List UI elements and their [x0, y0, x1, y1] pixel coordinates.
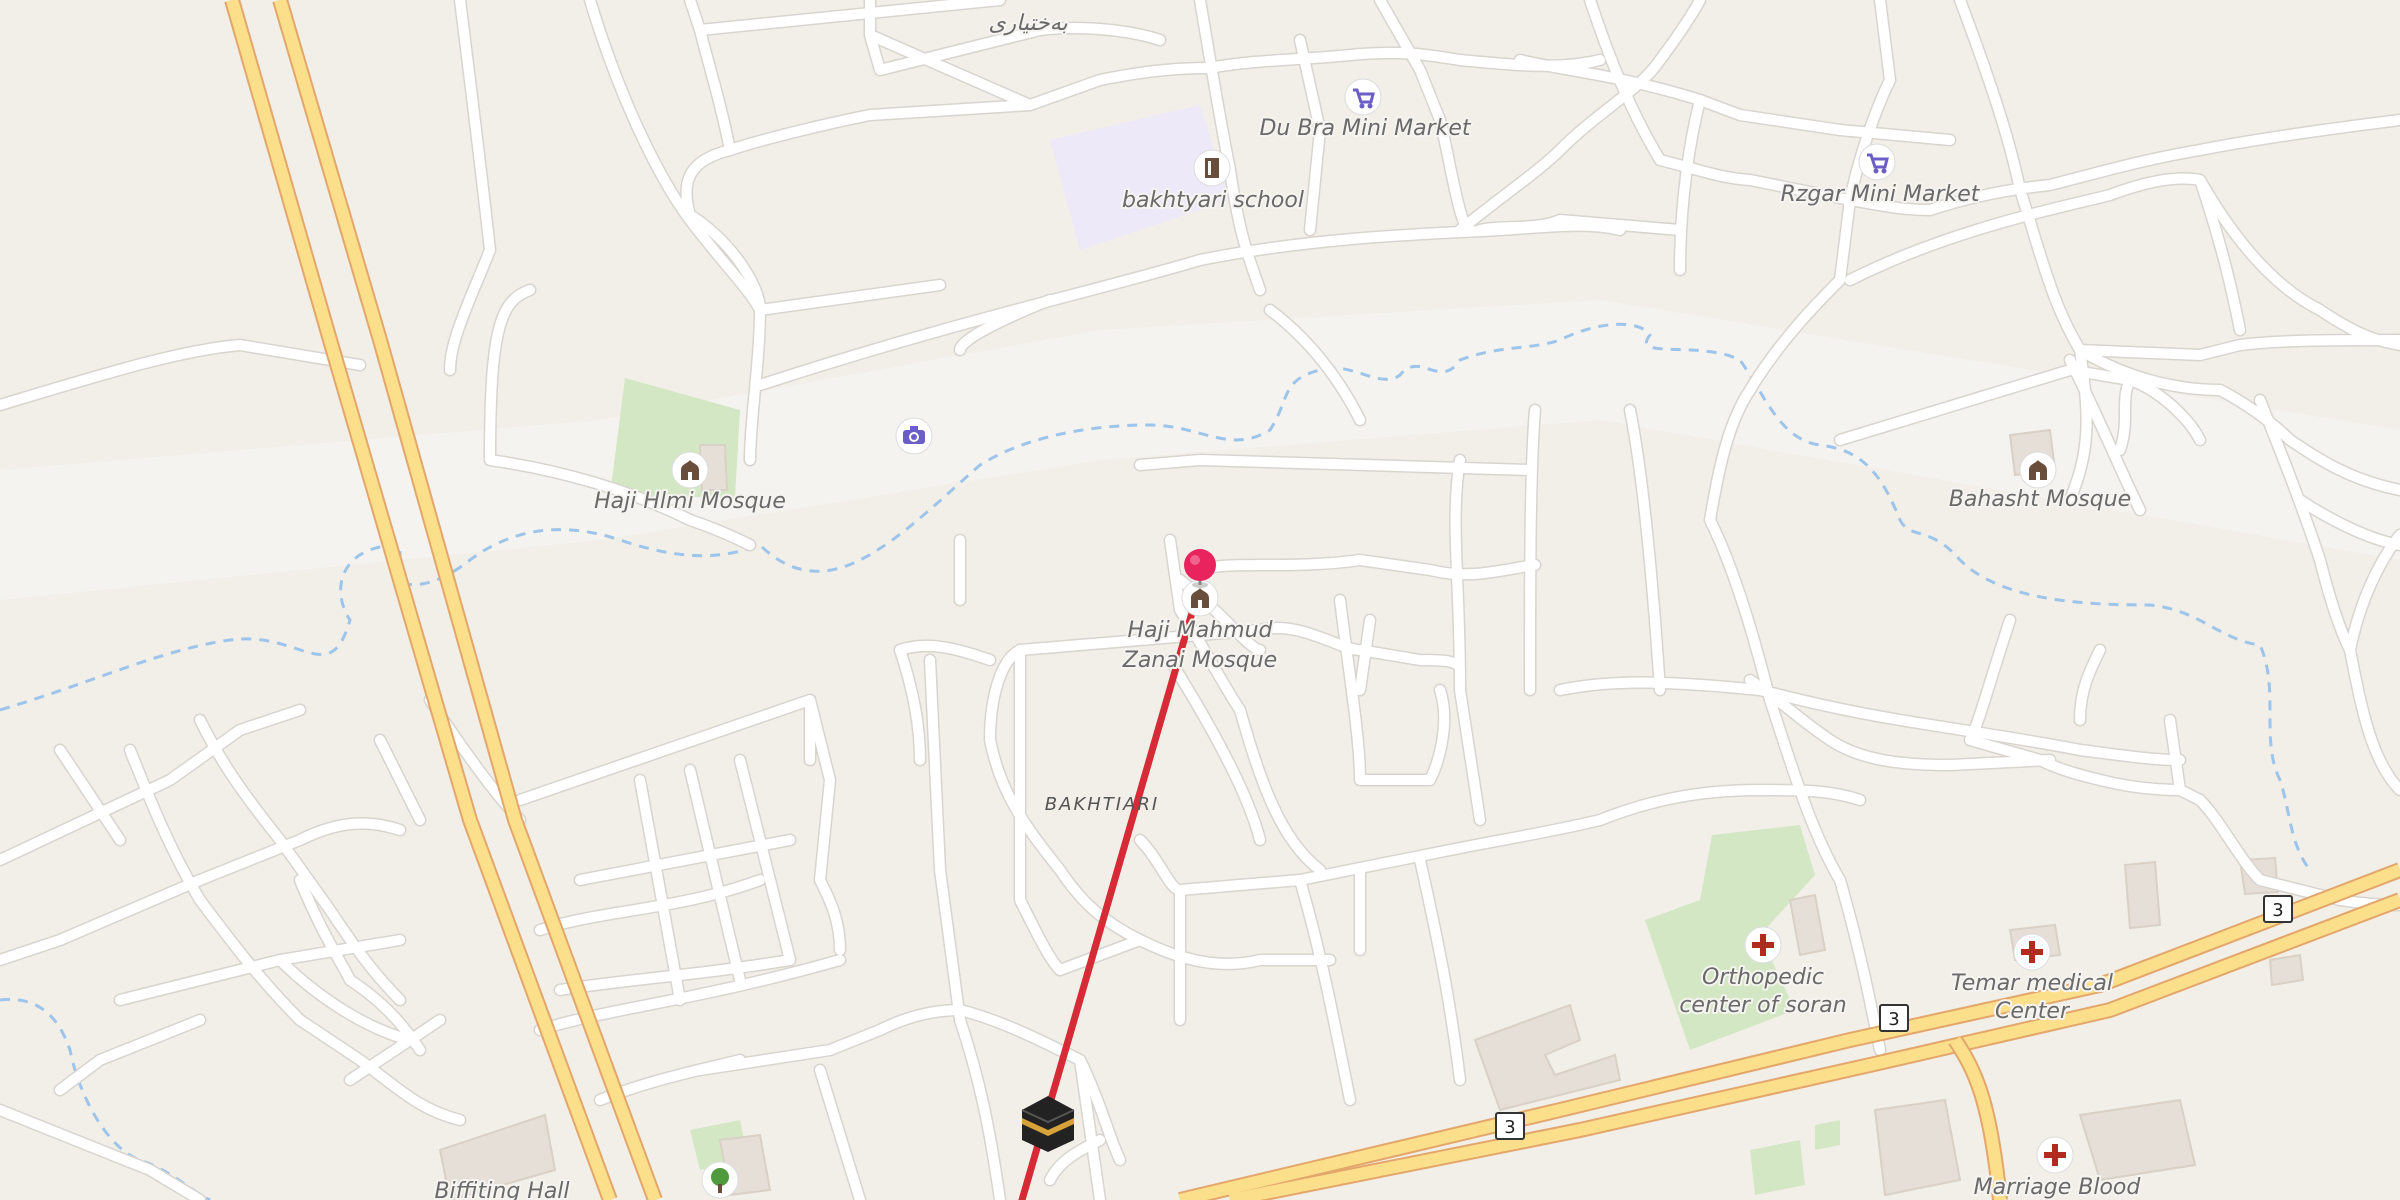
park-south-3: [1815, 1120, 1840, 1150]
map-canvas[interactable]: 3 3 3 بەختیاری Du Bra Mini Market bakhty…: [0, 0, 2400, 1200]
route-shield-3: 3: [2263, 895, 2293, 923]
mosque-icon[interactable]: [2019, 451, 2057, 489]
label-temar-line1: Temar medical: [1951, 971, 2113, 996]
label-haji-mahmud-line1: Haji Mahmud: [1128, 618, 1274, 643]
label-du-bra-mini-market: Du Bra Mini Market: [1259, 116, 1471, 141]
hospital-icon[interactable]: [1744, 926, 1782, 964]
label-bakhtyari-school: bakhtyari school: [1122, 188, 1304, 213]
label-orthopedic-line2: center of soran: [1679, 993, 1846, 1018]
label-biffiting-hall: Biffiting Hall: [434, 1179, 569, 1200]
label-district-bakhtiari: BAKHTIARI: [1045, 794, 1159, 815]
label-bahasht-mosque: Bahasht Mosque: [1949, 487, 2131, 512]
svg-text:3: 3: [1888, 1009, 1899, 1030]
school-icon[interactable]: [1193, 149, 1231, 187]
camera-icon[interactable]: [895, 417, 933, 455]
hospital-icon[interactable]: [2013, 933, 2051, 971]
route-shield-1: 3: [1495, 1112, 1525, 1140]
svg-text:3: 3: [1504, 1117, 1515, 1138]
route-shield-2: 3: [1879, 1004, 1909, 1032]
label-rzgar-mini-market: Rzgar Mini Market: [1781, 182, 1981, 207]
tree-icon[interactable]: [701, 1161, 739, 1199]
mosque-icon[interactable]: [671, 451, 709, 489]
shopping-cart-icon[interactable]: [1858, 143, 1896, 181]
label-haji-hlmi-mosque: Haji Hlmi Mosque: [594, 489, 786, 514]
svg-text:3: 3: [2272, 900, 2283, 921]
label-temar-line2: Center: [1995, 999, 2071, 1024]
label-top-arabic: بەختیاری: [988, 11, 1067, 36]
hospital-icon[interactable]: [2036, 1136, 2074, 1174]
shopping-cart-icon[interactable]: [1344, 78, 1382, 116]
label-orthopedic-line1: Orthopedic: [1702, 965, 1824, 990]
label-marriage-blood: Marriage Blood: [1974, 1175, 2142, 1200]
label-haji-mahmud-line2: Zanai Mosque: [1122, 648, 1277, 673]
